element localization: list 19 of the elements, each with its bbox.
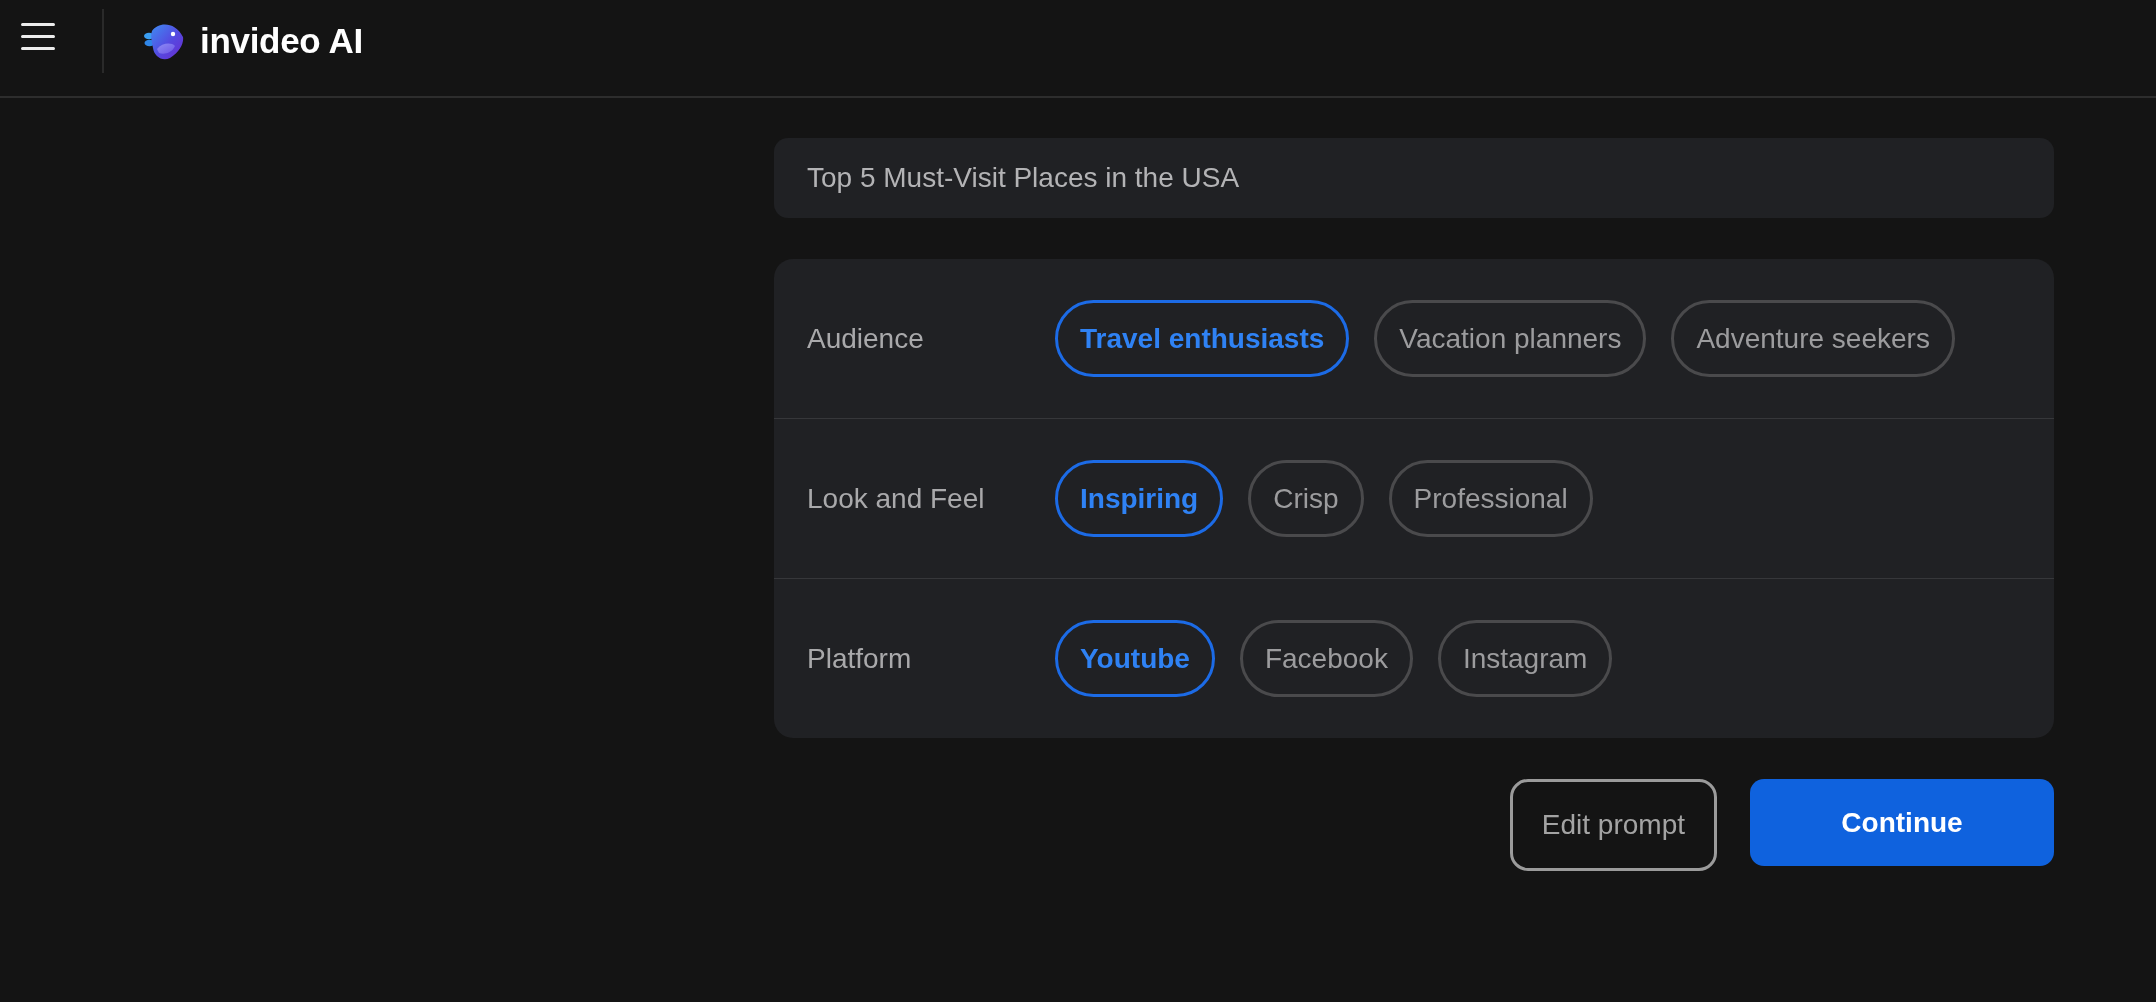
option-chip[interactable]: Youtube (1055, 620, 1215, 697)
option-chip[interactable]: Facebook (1239, 620, 1413, 697)
menu-button[interactable] (21, 23, 55, 50)
prompt-summary: Top 5 Must-Visit Places in the USA (774, 138, 2054, 218)
option-chip[interactable]: Professional (1388, 460, 1593, 537)
option-label: Look and Feel (807, 482, 986, 515)
edit-prompt-button[interactable]: Edit prompt (1509, 779, 1717, 871)
option-chip[interactable]: Inspiring (1055, 460, 1224, 537)
option-chip[interactable]: Travel enthusiasts (1055, 300, 1350, 377)
option-label: Audience (807, 322, 925, 355)
continue-button[interactable]: Continue (1750, 779, 2054, 866)
option-label: Platform (807, 642, 913, 675)
option-chip[interactable]: Adventure seekers (1671, 300, 1955, 377)
option-chip[interactable]: Instagram (1437, 620, 1613, 697)
logo-icon (144, 22, 184, 60)
menu-icon (21, 23, 55, 50)
brand-name: invideo AI (200, 21, 363, 61)
option-chip[interactable]: Vacation planners (1374, 300, 1647, 377)
option-chip[interactable]: Crisp (1248, 460, 1364, 537)
